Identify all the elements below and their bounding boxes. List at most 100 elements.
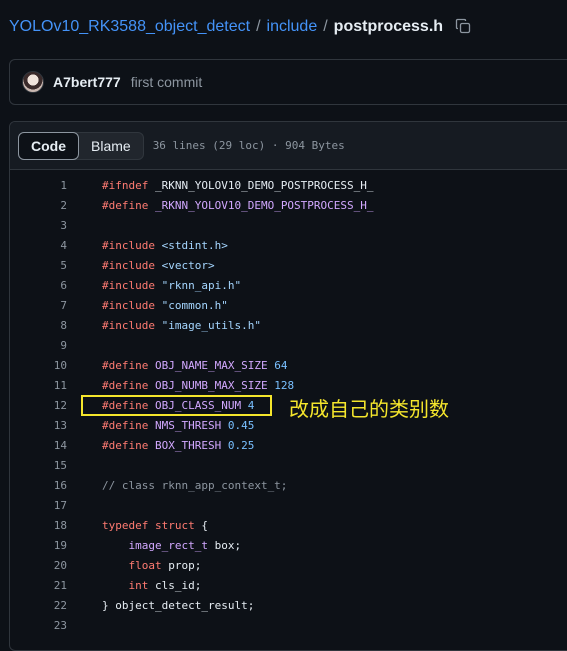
breadcrumb-separator: / [256,18,261,35]
code-token: 0.25 [227,439,255,452]
breadcrumb-folder-link[interactable]: include [267,18,318,36]
breadcrumb: YOLOv10_RK3588_object_detect / include /… [9,16,473,38]
line-content: float prop; [102,556,202,576]
code-line: 19 image_rect_t box; [10,536,567,556]
code-token: #include [102,299,155,312]
code-token: OBJ_NAME_MAX_SIZE [154,359,268,372]
code-line: 20 float prop; [10,556,567,576]
code-token: 128 [274,379,295,392]
code-line: 14 #define BOX_THRESH 0.25 [10,436,567,456]
line-number[interactable]: 17 [10,496,67,516]
line-number[interactable]: 8 [10,316,67,336]
breadcrumb-repo-link[interactable]: YOLOv10_RK3588_object_detect [9,18,250,36]
avatar[interactable] [22,71,44,93]
code-token: BOX_THRESH [154,439,222,452]
code-line: 2 #define _RKNN_YOLOV10_DEMO_POSTPROCESS_… [10,196,567,216]
line-number[interactable]: 6 [10,276,67,296]
line-number[interactable]: 5 [10,256,67,276]
code-token: box; [207,539,242,552]
line-content: int cls_id; [102,576,202,596]
line-content: // class rknn_app_context_t; [102,476,287,496]
line-number[interactable]: 13 [10,416,67,436]
commit-message[interactable]: first commit [131,74,203,90]
line-content: typedef struct { [102,516,208,536]
code-line: 1 #ifndef _RKNN_YOLOV10_DEMO_POSTPROCESS_… [10,176,567,196]
highlight-box [81,395,272,416]
line-number[interactable]: 18 [10,516,67,536]
code-token: cls_id; [148,579,202,592]
line-number[interactable]: 12 [10,396,67,416]
line-number[interactable]: 15 [10,456,67,476]
line-number[interactable]: 1 [10,176,67,196]
code-line: 23 [10,616,567,636]
line-number[interactable]: 10 [10,356,67,376]
line-number[interactable]: 11 [10,376,67,396]
copy-path-icon[interactable] [455,18,473,36]
line-number[interactable]: 4 [10,236,67,256]
code-line: 10 #define OBJ_NAME_MAX_SIZE 64 [10,356,567,376]
line-number[interactable]: 22 [10,596,67,616]
line-content: #include <stdint.h> [102,236,228,256]
line-number[interactable]: 2 [10,196,67,216]
line-number[interactable]: 3 [10,216,67,236]
line-number[interactable]: 21 [10,576,67,596]
code-token: #include [102,239,155,252]
code-token: struct [154,519,195,532]
blame-tab[interactable]: Blame [79,133,143,159]
code-line: 22} object_detect_result; [10,596,567,616]
code-token: #define [102,359,149,372]
line-number[interactable]: 23 [10,616,67,636]
code-line: 7 #include "common.h" [10,296,567,316]
file-header: Code Blame 36 lines (29 loc) · 904 Bytes [10,122,567,170]
line-content: #ifndef _RKNN_YOLOV10_DEMO_POSTPROCESS_H… [102,176,374,196]
line-content: #include "common.h" [102,296,228,316]
code-tab[interactable]: Code [18,131,79,160]
code-token: prop; [161,559,202,572]
code-line: 9 [10,336,567,356]
code-token: _RKNN_YOLOV10_DEMO_POSTPROCESS_H_ [154,199,374,212]
code-token: _RKNN_YOLOV10_DEMO_POSTPROCESS_H_ [148,179,374,192]
commit-author[interactable]: A7bert777 [53,74,121,90]
code-token: NMS_THRESH [154,419,222,432]
code-token: #define [102,439,149,452]
code-token: #define [102,379,149,392]
line-content: #include "rknn_api.h" [102,276,241,296]
code-line: 18 typedef struct { [10,516,567,536]
file-viewer: Code Blame 36 lines (29 loc) · 904 Bytes… [9,121,567,651]
line-number[interactable]: 16 [10,476,67,496]
code-token: 64 [274,359,288,372]
annotation-text: 改成自己的类别数 [289,397,449,421]
line-content: image_rect_t box; [102,536,242,556]
latest-commit-bar: A7bert777 first commit [9,59,567,105]
breadcrumb-current-file: postprocess.h [333,18,444,35]
code-token: "image_utils.h" [161,319,261,332]
code-token: // class rknn_app_context_t; [102,479,288,492]
code-line: 4 #include <stdint.h> [10,236,567,256]
line-number[interactable]: 20 [10,556,67,576]
code-token: int [128,579,149,592]
line-number[interactable]: 14 [10,436,67,456]
code-line: 8 #include "image_utils.h" [10,316,567,336]
code-token: <stdint.h> [161,239,228,252]
code-line: 3 [10,216,567,236]
code-line: 21 int cls_id; [10,576,567,596]
code-token: { [194,519,208,532]
line-content: #define _RKNN_YOLOV10_DEMO_POSTPROCESS_H… [102,196,374,216]
line-content: #define OBJ_NAME_MAX_SIZE 64 [102,356,287,376]
code-token: "common.h" [161,299,228,312]
line-number[interactable]: 9 [10,336,67,356]
line-number[interactable]: 7 [10,296,67,316]
code-token: #include [102,279,155,292]
line-number[interactable]: 19 [10,536,67,556]
